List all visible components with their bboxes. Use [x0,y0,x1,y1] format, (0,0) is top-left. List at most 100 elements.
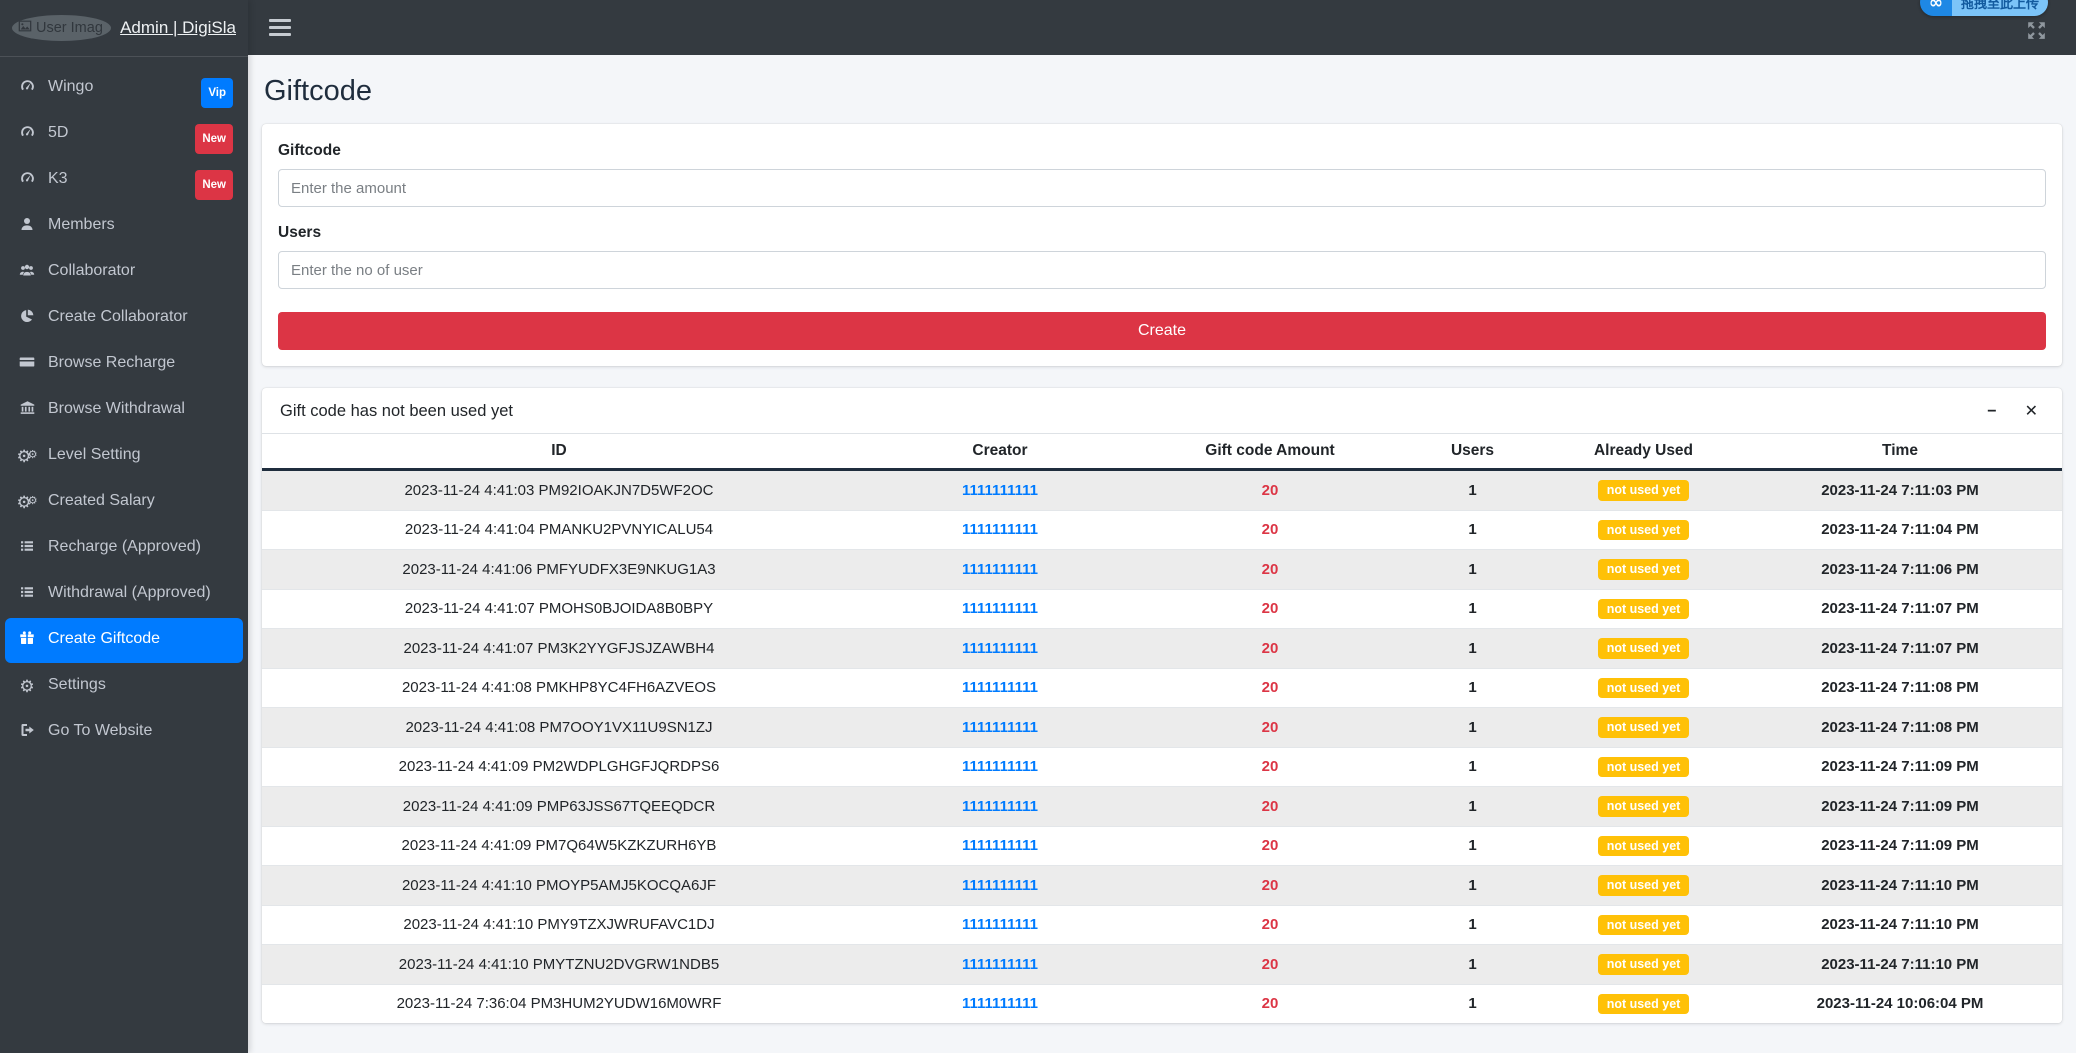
status-badge: not used yet [1597,954,1690,975]
creator-link[interactable]: 1111111111 [962,916,1038,933]
table-card-header: Gift code has not been used yet − ✕ [262,388,2062,433]
cell-time: 2023-11-24 7:11:09 PM [1738,786,2062,826]
cell-already-used: not used yet [1549,944,1738,984]
sidebar-item-go-to-website[interactable]: Go To Website [5,710,243,755]
cell-time: 2023-11-24 7:11:09 PM [1738,825,2062,866]
sidebar-item-5d[interactable]: New 5D [5,112,243,157]
creator-link[interactable]: 1111111111 [962,877,1038,894]
upload-extension-pill[interactable]: ∞ 拖拽至此上传 [1919,0,2048,16]
creator-link[interactable]: 1111111111 [962,482,1038,499]
creator-link[interactable]: 1111111111 [962,521,1038,538]
creator-link[interactable]: 1111111111 [962,679,1038,696]
sidebar-item-label: Settings [48,676,106,693]
cell-amount: 20 [1144,865,1396,905]
cell-creator: 1111111111 [856,667,1144,708]
table-row: 2023-11-24 4:41:10 PMY9TZXJWRUFAVC1DJ 111… [262,904,2062,945]
giftcode-amount-input[interactable] [278,169,2046,207]
creator-link[interactable]: 1111111111 [962,561,1038,578]
cell-time: 2023-11-24 7:11:07 PM [1738,628,2062,668]
creator-link[interactable]: 1111111111 [962,640,1038,657]
table-row: 2023-11-24 4:41:07 PMOHS0BJOIDA8B0BPY 111… [262,588,2062,629]
fullscreen-icon[interactable] [2027,21,2046,45]
giftcode-table-card: Gift code has not been used yet − ✕ ID Cr… [262,388,2062,1023]
card-tools: − ✕ [1987,403,2044,420]
sidebar-item-settings[interactable]: ⚙ Settings [5,664,243,709]
status-badge: not used yet [1597,598,1690,619]
sidebar-item-label: Withdrawal (Approved) [48,584,211,601]
cell-creator: 1111111111 [856,588,1144,629]
creator-link[interactable]: 1111111111 [962,956,1038,973]
cell-already-used: not used yet [1549,667,1738,708]
status-badge: not used yet [1597,914,1690,935]
cell-time: 2023-11-24 7:11:03 PM [1738,469,2062,510]
cell-id: 2023-11-24 4:41:07 PMOHS0BJOIDA8B0BPY [262,588,856,629]
cell-time: 2023-11-24 7:11:08 PM [1738,667,2062,708]
cogs-icon: ⚙⚙ [16,493,38,513]
column-header-id: ID [262,433,856,471]
sidebar-item-k3[interactable]: New K3 [5,158,243,203]
sidebar-item-members[interactable]: Members [5,204,243,249]
giftcode-table: ID Creator Gift code Amount Users Already Us… [262,433,2062,1023]
creator-link[interactable]: 1111111111 [962,719,1038,736]
topbar: ∞ 拖拽至此上传 [248,0,2076,55]
sidebar-item-created-salary[interactable]: ⚙⚙ Created Salary [5,480,243,525]
cell-users: 1 [1396,904,1549,945]
cell-amount: 20 [1144,549,1396,589]
cell-users: 1 [1396,786,1549,826]
sidebar-item-browse-recharge[interactable]: Browse Recharge [5,342,243,387]
creator-link[interactable]: 1111111111 [962,798,1038,815]
users-count-input[interactable] [278,251,2046,289]
close-icon[interactable]: ✕ [2025,403,2038,420]
creator-link[interactable]: 1111111111 [962,837,1038,854]
sidebar-item-collaborator[interactable]: Collaborator [5,250,243,295]
creator-link[interactable]: 1111111111 [962,600,1038,617]
sidebar-item-level-setting[interactable]: ⚙⚙ Level Setting [5,434,243,479]
create-button[interactable]: Create [278,312,2046,350]
new-badge: New [195,170,233,200]
gift-icon [15,630,39,654]
cell-creator: 1111111111 [856,549,1144,589]
cell-amount: 20 [1144,707,1396,747]
creator-link[interactable]: 1111111111 [962,758,1038,775]
column-header-gift-code-amount: Gift code Amount [1144,433,1396,471]
cell-users: 1 [1396,588,1549,629]
status-badge: not used yet [1597,559,1690,580]
sidebar-item-create-giftcode[interactable]: Create Giftcode [5,618,243,663]
admin-brand-link[interactable]: Admin | DigiSla [120,18,236,38]
cell-id: 2023-11-24 4:41:10 PMYTZNU2DVGRW1NDB5 [262,944,856,984]
sidebar: User Imag Admin | DigiSla Vip Wingo New 5D N… [0,0,248,1053]
table-row: 2023-11-24 4:41:03 PM92IOAKJN7D5WF2OC 111… [262,469,2062,510]
sidebar-item-withdrawal-approved[interactable]: Withdrawal (Approved) [5,572,243,617]
sidebar-nav: Vip Wingo New 5D New K3 Members Collaborator Cre… [0,57,248,755]
cell-creator: 1111111111 [856,509,1144,550]
sidebar-item-label: Create Collaborator [48,308,188,325]
sidebar-item-browse-withdrawal[interactable]: Browse Withdrawal [5,388,243,433]
status-badge: not used yet [1597,796,1690,817]
sidebar-item-recharge-approved[interactable]: Recharge (Approved) [5,526,243,571]
sidebar-item-label: Recharge (Approved) [48,538,201,555]
sidebar-item-create-collaborator[interactable]: Create Collaborator [5,296,243,341]
cell-users: 1 [1396,825,1549,866]
cell-already-used: not used yet [1549,786,1738,826]
users-icon [15,262,39,286]
cell-id: 2023-11-24 4:41:07 PM3K2YYGFJSJZAWBH4 [262,628,856,668]
cell-time: 2023-11-24 7:11:10 PM [1738,944,2062,984]
user-avatar-broken-image: User Imag [12,15,112,41]
creator-link[interactable]: 1111111111 [962,995,1038,1012]
sidebar-brand: User Imag Admin | DigiSla [0,0,248,57]
sidebar-item-label: Members [48,216,115,233]
status-badge: not used yet [1597,993,1690,1014]
table-row: 2023-11-24 4:41:09 PM2WDPLGHGFJQRDPS6 111… [262,746,2062,787]
cell-users: 1 [1396,667,1549,708]
sidebar-item-label: Collaborator [48,262,136,279]
sidebar-item-label: Wingo [48,78,94,95]
table-row: 2023-11-24 4:41:09 PM7Q64W5KZKZURH6YB 111… [262,825,2062,866]
minimize-icon[interactable]: − [1987,403,1996,420]
menu-toggle-button[interactable] [269,19,291,36]
cell-already-used: not used yet [1549,509,1738,550]
column-header-users: Users [1396,433,1549,471]
users-label: Users [278,224,322,241]
sidebar-item-wingo[interactable]: Vip Wingo [5,66,243,111]
cell-amount: 20 [1144,588,1396,629]
topbar-right: ∞ 拖拽至此上传 [1919,0,2060,45]
